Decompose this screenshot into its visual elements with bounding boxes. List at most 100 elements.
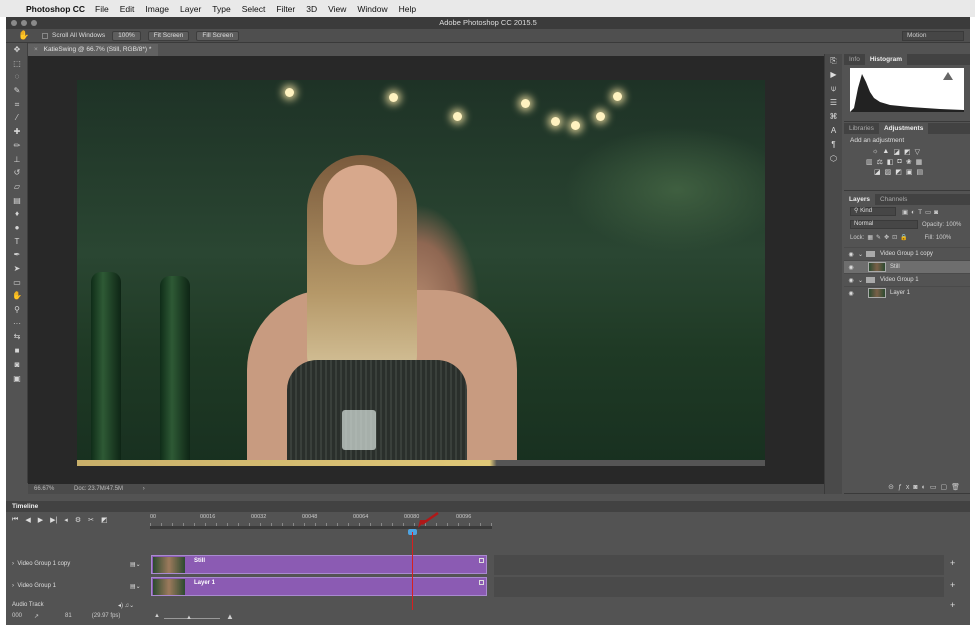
invert-icon[interactable]: ◪ xyxy=(874,168,881,176)
marquee-tool-icon[interactable]: ⬚ xyxy=(6,57,28,71)
tab-layers[interactable]: Layers xyxy=(844,194,875,205)
layer-row-video-group-1[interactable]: ◉ ⌄ Video Group 1 xyxy=(844,273,970,286)
track-empty-area[interactable] xyxy=(494,577,944,597)
zoom-out-icon[interactable]: ▲ xyxy=(154,613,160,619)
menu-file[interactable]: File xyxy=(95,4,109,14)
zoom-track[interactable] xyxy=(164,618,220,619)
menu-view[interactable]: View xyxy=(328,4,346,14)
mute-audio-icon[interactable]: ◂ xyxy=(64,516,68,524)
black-white-icon[interactable]: ◧ xyxy=(887,158,894,166)
hand-tool-icon[interactable]: ✋ xyxy=(6,289,28,303)
canvas-area[interactable] xyxy=(28,56,824,484)
paths-icon[interactable]: ⌘ xyxy=(825,110,842,124)
next-frame-icon[interactable]: ▶| xyxy=(50,516,57,524)
status-menu-icon[interactable]: › xyxy=(143,486,145,492)
layers-footer-icons[interactable]: ⊝ƒx◙◐▭▢🗑 xyxy=(888,483,964,491)
first-frame-icon[interactable]: ⏮ xyxy=(12,516,18,524)
document-tab[interactable]: × KatieSwing @ 66.7% (Still, RGB/8*) * xyxy=(28,44,158,56)
play-icon[interactable]: ▶ xyxy=(38,516,43,524)
split-scissors-icon[interactable]: ✂ xyxy=(88,516,94,524)
menu-3d[interactable]: 3D xyxy=(306,4,317,14)
posterize-icon[interactable]: ▨ xyxy=(885,168,892,176)
visibility-eye-icon[interactable]: ◉ xyxy=(844,277,858,284)
exposure-icon[interactable]: ◩ xyxy=(904,148,911,156)
eraser-tool-icon[interactable]: ▱ xyxy=(6,180,28,194)
quick-select-tool-icon[interactable]: ✎ xyxy=(6,84,28,98)
screen-mode-icon[interactable]: ▣ xyxy=(6,372,28,386)
minimize-window-button[interactable] xyxy=(21,20,27,26)
blur-tool-icon[interactable]: ♦ xyxy=(6,207,28,221)
clip-layer-1[interactable]: Layer 1 xyxy=(151,577,487,596)
tab-info[interactable]: Info xyxy=(844,54,865,65)
path-select-tool-icon[interactable]: ➤ xyxy=(6,262,28,276)
gradient-tool-icon[interactable]: ▤ xyxy=(6,194,28,208)
dodge-tool-icon[interactable]: ● xyxy=(6,221,28,235)
menu-layer[interactable]: Layer xyxy=(180,4,201,14)
pen-tool-icon[interactable]: ✒ xyxy=(6,248,28,262)
scroll-all-checkbox[interactable] xyxy=(42,32,48,39)
hand-tool-preset-icon[interactable]: ✋ xyxy=(18,30,32,41)
menu-edit[interactable]: Edit xyxy=(120,4,135,14)
previous-frame-icon[interactable]: ◀ xyxy=(25,516,30,524)
lasso-tool-icon[interactable]: ◌ xyxy=(6,70,28,84)
move-tool-icon[interactable]: ✥ xyxy=(6,43,28,57)
gradient-map-icon[interactable]: ▤ xyxy=(917,168,924,176)
menu-filter[interactable]: Filter xyxy=(276,4,295,14)
more-tools-icon[interactable]: ··· xyxy=(6,317,28,331)
add-media-icon[interactable]: + xyxy=(950,558,955,568)
layer-filter-select[interactable]: ⚲ Kind xyxy=(850,207,896,216)
tab-libraries[interactable]: Libraries xyxy=(844,123,879,134)
history-brush-tool-icon[interactable]: ↺ xyxy=(6,166,28,180)
visibility-eye-icon[interactable]: ◉ xyxy=(844,251,858,258)
tab-adjustments[interactable]: Adjustments xyxy=(878,123,929,134)
app-menu[interactable]: Photoshop CC xyxy=(26,4,85,14)
visibility-eye-icon[interactable]: ◉ xyxy=(844,290,858,297)
settings-gear-icon[interactable]: ⚙ xyxy=(75,516,81,524)
layer-row-still[interactable]: ◉ Still xyxy=(844,260,970,273)
vibrance-icon[interactable]: ▽ xyxy=(915,148,920,156)
clone-stamp-tool-icon[interactable]: ⊥ xyxy=(6,153,28,167)
color-lookup-icon[interactable]: ▦ xyxy=(916,158,923,166)
quick-mask-icon[interactable]: ◙ xyxy=(6,358,28,372)
clip-still[interactable]: Still xyxy=(151,555,487,574)
history-icon[interactable]: ⎘ xyxy=(825,54,842,68)
healing-brush-tool-icon[interactable]: ✚ xyxy=(6,125,28,139)
track-options-icon[interactable]: ▤⌄ xyxy=(130,561,141,568)
hue-saturation-icon[interactable]: ▥ xyxy=(866,158,873,166)
track-expand-label[interactable]: › Video Group 1 copy xyxy=(12,561,70,567)
render-icon[interactable]: ↗ xyxy=(34,613,39,620)
levels-icon[interactable]: ▲ xyxy=(882,148,889,156)
zoom-100-button[interactable]: 100% xyxy=(112,30,141,41)
blend-mode-select[interactable]: Normal xyxy=(850,220,918,229)
threshold-icon[interactable]: ◩ xyxy=(895,168,902,176)
timeline-zoom-slider[interactable]: ▲ ▲ ▲ xyxy=(154,612,234,621)
menu-help[interactable]: Help xyxy=(399,4,416,14)
close-document-icon[interactable]: × xyxy=(34,46,38,53)
clip-end-icon[interactable] xyxy=(479,580,484,585)
zoom-level[interactable]: 66.67% xyxy=(34,486,54,492)
fit-screen-button[interactable]: Fit Screen xyxy=(147,30,190,41)
audio-controls-icon[interactable]: ◂) ♫⌄ xyxy=(118,602,134,609)
rectangle-tool-icon[interactable]: ▭ xyxy=(6,276,28,290)
tab-histogram[interactable]: Histogram xyxy=(864,54,907,65)
photo-filter-icon[interactable]: ◘ xyxy=(898,158,902,166)
fill-value[interactable]: 100% xyxy=(936,235,951,241)
expand-chevron-icon[interactable]: ⌄ xyxy=(858,277,866,284)
layer-row-layer-1[interactable]: ◉ Layer 1 xyxy=(844,286,970,299)
fill-screen-button[interactable]: Fill Screen xyxy=(196,30,240,41)
eyedropper-tool-icon[interactable]: ⁄ xyxy=(6,111,28,125)
crop-tool-icon[interactable]: ⌗ xyxy=(6,98,28,112)
color-balance-icon[interactable]: ⚖ xyxy=(877,158,883,166)
color-swatches-icon[interactable]: ■ xyxy=(6,344,28,358)
track-options-icon[interactable]: ▤⌄ xyxy=(130,583,141,590)
channel-mixer-icon[interactable]: ❀ xyxy=(906,158,912,166)
clip-end-icon[interactable] xyxy=(479,558,484,563)
workspace-select[interactable]: Motion xyxy=(902,31,964,41)
add-audio-icon[interactable]: + xyxy=(950,600,955,610)
menu-select[interactable]: Select xyxy=(242,4,266,14)
properties-icon[interactable]: ☰ xyxy=(825,96,842,110)
lock-icons[interactable]: ▦✎✥⊡🔒 xyxy=(867,234,910,241)
curves-icon[interactable]: ◪ xyxy=(893,148,900,156)
photo-canvas[interactable] xyxy=(77,80,765,466)
opacity-value[interactable]: 100% xyxy=(946,222,961,228)
